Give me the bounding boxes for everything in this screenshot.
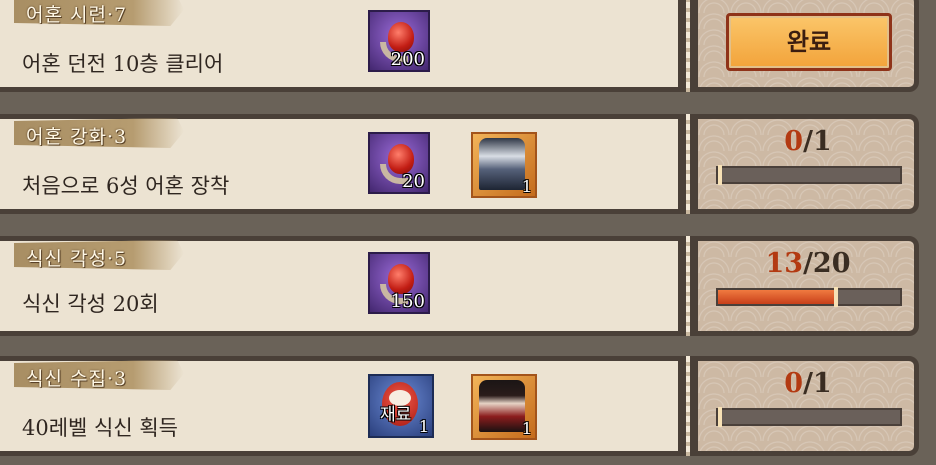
red-soul-gem-icon — [388, 144, 414, 174]
progress-bar-fill — [718, 290, 837, 304]
reward-count: 20 — [402, 171, 425, 192]
reward-item[interactable]: 재료 1 — [368, 374, 434, 438]
progress-total: /20 — [803, 248, 851, 279]
progress-current: 0 — [784, 126, 804, 157]
quest-card: 어혼 강화·3 처음으로 6성 어혼 장착 20 1 0/1 — [0, 114, 936, 214]
reward-count: 150 — [390, 291, 425, 312]
reward-item[interactable]: 200 — [368, 10, 430, 72]
quest-title: 식신 수집·3 — [26, 368, 128, 390]
red-soul-gem-icon — [388, 264, 414, 294]
reward-count: 200 — [390, 49, 425, 70]
reward-count: 1 — [418, 417, 429, 436]
shikigami-portrait-icon — [479, 380, 525, 432]
progress-counter: 0/1 — [700, 126, 916, 157]
reward-count: 1 — [521, 177, 532, 196]
progress-bar-cap — [718, 165, 722, 185]
progress-current: 13 — [765, 248, 804, 279]
quest-description: 40레벨 식신 획득 — [22, 416, 178, 440]
progress-bar — [716, 287, 902, 307]
progress-total: /1 — [803, 126, 832, 157]
quest-card: 어혼 시련·7 어혼 던전 10층 클리어 200 완료 — [0, 0, 936, 92]
progress-current: 0 — [784, 368, 804, 399]
quest-description: 어혼 던전 10층 클리어 — [22, 52, 224, 76]
progress-bar-cap — [834, 287, 839, 307]
reward-item[interactable]: 150 — [368, 252, 430, 314]
progress-bar — [716, 407, 902, 427]
quest-card: 식신 각성·5 식신 각성 20회 150 13/20 — [0, 236, 936, 336]
progress-bar-cap — [718, 407, 722, 427]
quest-title: 식신 각성·5 — [26, 248, 128, 270]
reward-item[interactable]: 1 — [471, 374, 537, 440]
quest-description: 처음으로 6성 어혼 장착 — [22, 174, 230, 198]
quest-title: 어혼 시련·7 — [26, 4, 128, 26]
reward-count: 1 — [521, 419, 532, 438]
material-label: 재료 — [380, 405, 412, 425]
progress-counter: 13/20 — [700, 248, 916, 279]
progress-counter: 0/1 — [700, 368, 916, 399]
progress-bar — [716, 165, 902, 185]
progress-total: /1 — [803, 368, 832, 399]
quest-description: 식신 각성 20회 — [22, 292, 159, 316]
quest-title: 어혼 강화·3 — [26, 126, 128, 148]
quest-card: 식신 수집·3 40레벨 식신 획득 재료 1 1 0/1 — [0, 356, 936, 456]
shikigami-portrait-icon — [479, 138, 525, 190]
complete-button[interactable]: 완료 — [726, 13, 892, 71]
reward-item[interactable]: 1 — [471, 132, 537, 198]
red-soul-gem-icon — [388, 22, 414, 52]
reward-item[interactable]: 20 — [368, 132, 430, 194]
